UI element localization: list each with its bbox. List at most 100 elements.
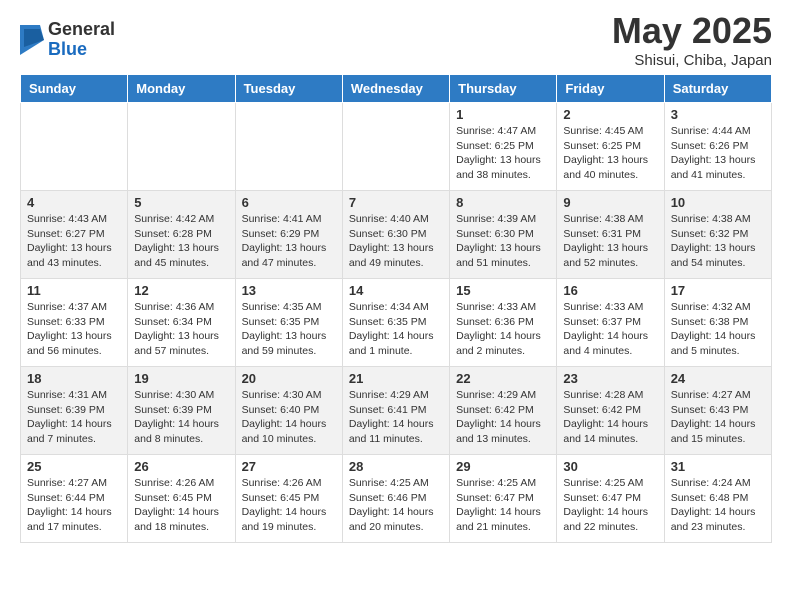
day-number: 16 xyxy=(563,283,657,298)
day-info: Sunrise: 4:30 AM Sunset: 6:40 PM Dayligh… xyxy=(242,388,336,447)
calendar-cell: 25 Sunrise: 4:27 AM Sunset: 6:44 PM Dayli… xyxy=(21,455,128,543)
calendar-week-row: 1Sunrise: 4:47 AM Sunset: 6:25 PM Daylig… xyxy=(21,103,772,191)
calendar-cell: 12 Sunrise: 4:36 AM Sunset: 6:34 PM Dayli… xyxy=(128,279,235,367)
weekday-header-row: SundayMondayTuesdayWednesdayThursdayFrid… xyxy=(21,75,772,103)
day-number: 27 xyxy=(242,459,336,474)
calendar-cell: 31Sunrise: 4:24 AM Sunset: 6:48 PM Dayli… xyxy=(664,455,771,543)
day-number: 29 xyxy=(456,459,550,474)
calendar-cell xyxy=(128,103,235,191)
logo: General Blue xyxy=(20,20,115,60)
calendar-cell: 13Sunrise: 4:35 AM Sunset: 6:35 PM Dayli… xyxy=(235,279,342,367)
day-number: 18 xyxy=(27,371,121,386)
calendar-cell: 1Sunrise: 4:47 AM Sunset: 6:25 PM Daylig… xyxy=(450,103,557,191)
calendar-cell: 26 Sunrise: 4:26 AM Sunset: 6:45 PM Dayli… xyxy=(128,455,235,543)
calendar-cell: 5 Sunrise: 4:42 AM Sunset: 6:28 PM Daylig… xyxy=(128,191,235,279)
day-info: Sunrise: 4:41 AM Sunset: 6:29 PM Dayligh… xyxy=(242,212,336,271)
day-info: Sunrise: 4:27 AM Sunset: 6:44 PM Dayligh… xyxy=(27,476,121,535)
calendar-cell xyxy=(342,103,449,191)
day-info: Sunrise: 4:26 AM Sunset: 6:45 PM Dayligh… xyxy=(242,476,336,535)
calendar-cell: 24 Sunrise: 4:27 AM Sunset: 6:43 PM Dayli… xyxy=(664,367,771,455)
day-info: Sunrise: 4:29 AM Sunset: 6:41 PM Dayligh… xyxy=(349,388,443,447)
day-info: Sunrise: 4:42 AM Sunset: 6:28 PM Dayligh… xyxy=(134,212,228,271)
day-number: 24 xyxy=(671,371,765,386)
calendar-body: 1Sunrise: 4:47 AM Sunset: 6:25 PM Daylig… xyxy=(21,103,772,543)
day-number: 1 xyxy=(456,107,550,122)
calendar-cell: 8Sunrise: 4:39 AM Sunset: 6:30 PM Daylig… xyxy=(450,191,557,279)
calendar-cell: 18Sunrise: 4:31 AM Sunset: 6:39 PM Dayli… xyxy=(21,367,128,455)
day-number: 9 xyxy=(563,195,657,210)
calendar-cell: 6Sunrise: 4:41 AM Sunset: 6:29 PM Daylig… xyxy=(235,191,342,279)
calendar-cell: 22Sunrise: 4:29 AM Sunset: 6:42 PM Dayli… xyxy=(450,367,557,455)
day-number: 5 xyxy=(134,195,228,210)
calendar-cell: 3 Sunrise: 4:44 AM Sunset: 6:26 PM Daylig… xyxy=(664,103,771,191)
day-number: 30 xyxy=(563,459,657,474)
calendar-cell: 17Sunrise: 4:32 AM Sunset: 6:38 PM Dayli… xyxy=(664,279,771,367)
day-number: 22 xyxy=(456,371,550,386)
day-number: 26 xyxy=(134,459,228,474)
title-block: May 2025 Shisui, Chiba, Japan xyxy=(612,10,772,69)
day-info: Sunrise: 4:25 AM Sunset: 6:47 PM Dayligh… xyxy=(456,476,550,535)
calendar-cell: 2 Sunrise: 4:45 AM Sunset: 6:25 PM Daylig… xyxy=(557,103,664,191)
calendar-cell: 7 Sunrise: 4:40 AM Sunset: 6:30 PM Daylig… xyxy=(342,191,449,279)
day-info: Sunrise: 4:33 AM Sunset: 6:37 PM Dayligh… xyxy=(563,300,657,359)
day-number: 23 xyxy=(563,371,657,386)
calendar-cell: 15 Sunrise: 4:33 AM Sunset: 6:36 PM Dayli… xyxy=(450,279,557,367)
calendar-wrapper: SundayMondayTuesdayWednesdayThursdayFrid… xyxy=(0,74,792,553)
weekday-header-friday: Friday xyxy=(557,75,664,103)
day-info: Sunrise: 4:45 AM Sunset: 6:25 PM Dayligh… xyxy=(563,124,657,183)
day-info: Sunrise: 4:39 AM Sunset: 6:30 PM Dayligh… xyxy=(456,212,550,271)
weekday-header-sunday: Sunday xyxy=(21,75,128,103)
calendar-cell: 30Sunrise: 4:25 AM Sunset: 6:47 PM Dayli… xyxy=(557,455,664,543)
calendar-cell: 23Sunrise: 4:28 AM Sunset: 6:42 PM Dayli… xyxy=(557,367,664,455)
day-number: 7 xyxy=(349,195,443,210)
page-header: General Blue May 2025 Shisui, Chiba, Jap… xyxy=(0,0,792,74)
day-number: 15 xyxy=(456,283,550,298)
calendar-header: SundayMondayTuesdayWednesdayThursdayFrid… xyxy=(21,75,772,103)
calendar-cell: 9Sunrise: 4:38 AM Sunset: 6:31 PM Daylig… xyxy=(557,191,664,279)
calendar-cell: 10Sunrise: 4:38 AM Sunset: 6:32 PM Dayli… xyxy=(664,191,771,279)
calendar-cell xyxy=(21,103,128,191)
location-subtitle: Shisui, Chiba, Japan xyxy=(612,52,772,69)
day-number: 13 xyxy=(242,283,336,298)
weekday-header-monday: Monday xyxy=(128,75,235,103)
calendar-cell: 28 Sunrise: 4:25 AM Sunset: 6:46 PM Dayli… xyxy=(342,455,449,543)
day-number: 2 xyxy=(563,107,657,122)
day-number: 4 xyxy=(27,195,121,210)
day-info: Sunrise: 4:32 AM Sunset: 6:38 PM Dayligh… xyxy=(671,300,765,359)
calendar-cell: 21Sunrise: 4:29 AM Sunset: 6:41 PM Dayli… xyxy=(342,367,449,455)
calendar-cell: 4 Sunrise: 4:43 AM Sunset: 6:27 PM Daylig… xyxy=(21,191,128,279)
calendar-week-row: 18Sunrise: 4:31 AM Sunset: 6:39 PM Dayli… xyxy=(21,367,772,455)
calendar-week-row: 25 Sunrise: 4:27 AM Sunset: 6:44 PM Dayli… xyxy=(21,455,772,543)
day-info: Sunrise: 4:34 AM Sunset: 6:35 PM Dayligh… xyxy=(349,300,443,359)
weekday-header-wednesday: Wednesday xyxy=(342,75,449,103)
logo-general-text: General xyxy=(48,20,115,40)
day-number: 10 xyxy=(671,195,765,210)
weekday-header-saturday: Saturday xyxy=(664,75,771,103)
day-info: Sunrise: 4:43 AM Sunset: 6:27 PM Dayligh… xyxy=(27,212,121,271)
day-number: 12 xyxy=(134,283,228,298)
day-info: Sunrise: 4:36 AM Sunset: 6:34 PM Dayligh… xyxy=(134,300,228,359)
calendar-cell: 16 Sunrise: 4:33 AM Sunset: 6:37 PM Dayli… xyxy=(557,279,664,367)
day-info: Sunrise: 4:33 AM Sunset: 6:36 PM Dayligh… xyxy=(456,300,550,359)
calendar-table: SundayMondayTuesdayWednesdayThursdayFrid… xyxy=(20,74,772,543)
calendar-week-row: 4 Sunrise: 4:43 AM Sunset: 6:27 PM Daylig… xyxy=(21,191,772,279)
calendar-cell: 19Sunrise: 4:30 AM Sunset: 6:39 PM Dayli… xyxy=(128,367,235,455)
day-info: Sunrise: 4:25 AM Sunset: 6:46 PM Dayligh… xyxy=(349,476,443,535)
day-number: 25 xyxy=(27,459,121,474)
day-info: Sunrise: 4:40 AM Sunset: 6:30 PM Dayligh… xyxy=(349,212,443,271)
calendar-cell: 29 Sunrise: 4:25 AM Sunset: 6:47 PM Dayli… xyxy=(450,455,557,543)
month-title: May 2025 xyxy=(612,10,772,52)
calendar-cell: 27 Sunrise: 4:26 AM Sunset: 6:45 PM Dayli… xyxy=(235,455,342,543)
calendar-cell: 14Sunrise: 4:34 AM Sunset: 6:35 PM Dayli… xyxy=(342,279,449,367)
day-info: Sunrise: 4:26 AM Sunset: 6:45 PM Dayligh… xyxy=(134,476,228,535)
day-number: 31 xyxy=(671,459,765,474)
logo-icon xyxy=(20,25,44,55)
day-number: 3 xyxy=(671,107,765,122)
day-info: Sunrise: 4:27 AM Sunset: 6:43 PM Dayligh… xyxy=(671,388,765,447)
day-number: 28 xyxy=(349,459,443,474)
calendar-cell: 11Sunrise: 4:37 AM Sunset: 6:33 PM Dayli… xyxy=(21,279,128,367)
day-number: 11 xyxy=(27,283,121,298)
calendar-cell xyxy=(235,103,342,191)
day-info: Sunrise: 4:30 AM Sunset: 6:39 PM Dayligh… xyxy=(134,388,228,447)
day-info: Sunrise: 4:44 AM Sunset: 6:26 PM Dayligh… xyxy=(671,124,765,183)
